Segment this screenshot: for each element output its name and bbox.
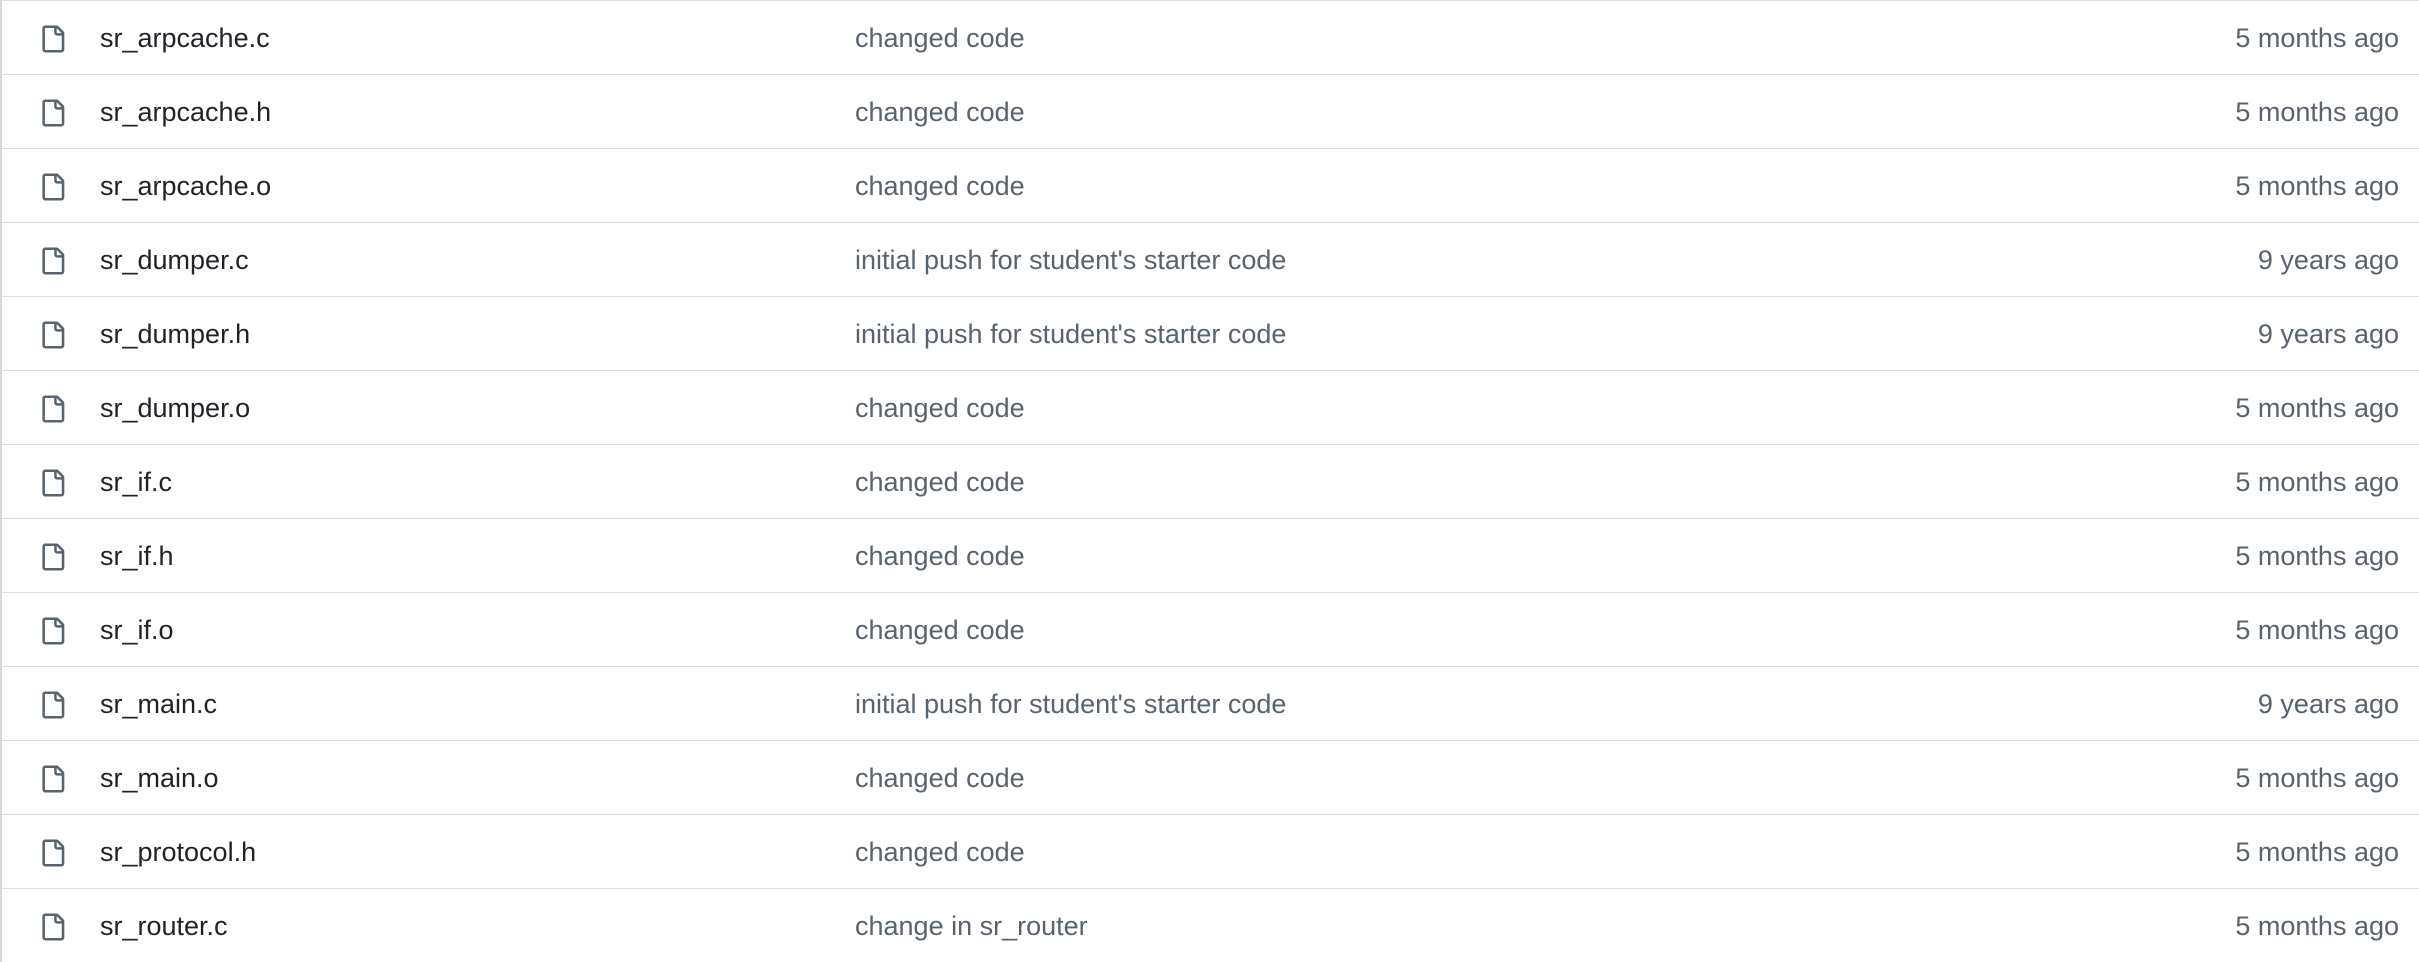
commit-age: 5 months ago [2235,97,2399,127]
file-name-link[interactable]: sr_dumper.c [100,223,249,297]
table-row[interactable]: sr_protocol.h changed code 5 months ago [2,814,2419,888]
commit-age: 5 months ago [2235,23,2399,53]
file-name-link[interactable]: sr_dumper.o [100,371,250,445]
commit-message-link[interactable]: changed code [855,371,1025,445]
table-row[interactable]: sr_main.o changed code 5 months ago [2,740,2419,814]
file-icon [39,320,66,350]
table-row[interactable]: sr_dumper.c initial push for student's s… [2,222,2419,296]
file-icon [39,468,66,498]
table-row[interactable]: sr_dumper.h initial push for student's s… [2,296,2419,370]
table-row[interactable]: sr_dumper.o changed code 5 months ago [2,370,2419,444]
commit-age: 5 months ago [2235,615,2399,645]
file-name-link[interactable]: sr_main.o [100,741,219,815]
table-row[interactable]: sr_arpcache.h changed code 5 months ago [2,74,2419,148]
table-row[interactable]: sr_if.h changed code 5 months ago [2,518,2419,592]
file-name-link[interactable]: sr_if.c [100,445,172,519]
commit-age: 9 years ago [2257,319,2399,349]
file-name-link[interactable]: sr_dumper.h [100,297,250,371]
file-name-link[interactable]: sr_arpcache.h [100,75,271,149]
file-name-link[interactable]: sr_router.c [100,889,228,962]
file-name-link[interactable]: sr_main.c [100,667,217,741]
file-name-link[interactable]: sr_protocol.h [100,815,256,889]
commit-message-link[interactable]: changed code [855,519,1025,593]
file-icon [39,690,66,720]
file-name-link[interactable]: sr_if.h [100,519,174,593]
table-row[interactable]: sr_arpcache.o changed code 5 months ago [2,148,2419,222]
file-list-table: sr_arpcache.c changed code 5 months ago … [0,0,2419,962]
commit-age: 5 months ago [2235,541,2399,571]
file-icon [39,838,66,868]
commit-age: 5 months ago [2235,171,2399,201]
file-icon [39,616,66,646]
commit-message-link[interactable]: changed code [855,445,1025,519]
file-icon [39,764,66,794]
commit-age: 9 years ago [2257,245,2399,275]
commit-message-link[interactable]: changed code [855,741,1025,815]
commit-age: 5 months ago [2235,763,2399,793]
file-icon [39,98,66,128]
table-row[interactable]: sr_arpcache.c changed code 5 months ago [2,0,2419,74]
commit-age: 5 months ago [2235,467,2399,497]
file-name-link[interactable]: sr_if.o [100,593,174,667]
table-row[interactable]: sr_if.o changed code 5 months ago [2,592,2419,666]
commit-message-link[interactable]: initial push for student's starter code [855,223,1286,297]
file-icon [39,24,66,54]
table-row[interactable]: sr_if.c changed code 5 months ago [2,444,2419,518]
commit-message-link[interactable]: change in sr_router [855,889,1088,962]
commit-message-link[interactable]: changed code [855,1,1025,75]
commit-message-link[interactable]: changed code [855,815,1025,889]
file-name-link[interactable]: sr_arpcache.c [100,1,270,75]
commit-message-link[interactable]: changed code [855,593,1025,667]
file-icon [39,246,66,276]
commit-message-link[interactable]: initial push for student's starter code [855,297,1286,371]
commit-age: 5 months ago [2235,911,2399,941]
commit-message-link[interactable]: changed code [855,149,1025,223]
table-row[interactable]: sr_main.c initial push for student's sta… [2,666,2419,740]
commit-age: 9 years ago [2257,689,2399,719]
commit-message-link[interactable]: changed code [855,75,1025,149]
commit-message-link[interactable]: initial push for student's starter code [855,667,1286,741]
commit-age: 5 months ago [2235,393,2399,423]
file-icon [39,542,66,572]
file-icon [39,394,66,424]
file-icon [39,172,66,202]
file-icon [39,912,66,942]
table-row[interactable]: sr_router.c change in sr_router 5 months… [2,888,2419,962]
file-name-link[interactable]: sr_arpcache.o [100,149,271,223]
commit-age: 5 months ago [2235,837,2399,867]
